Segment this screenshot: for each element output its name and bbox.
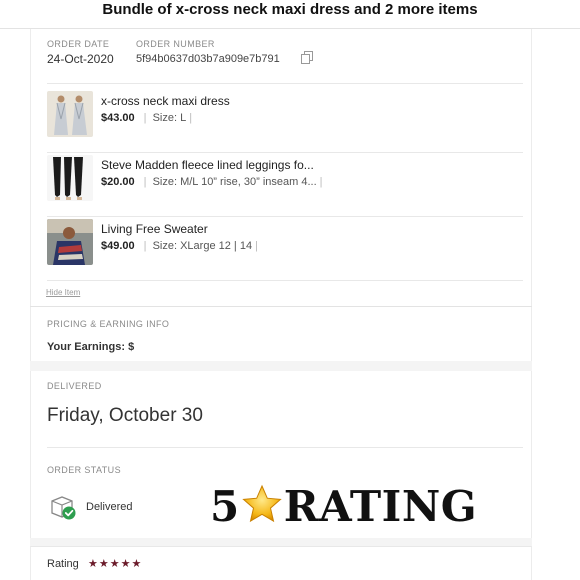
delivered-date: Friday, October 30 xyxy=(47,405,203,426)
copy-icon[interactable] xyxy=(301,51,313,64)
delivered-label: DELIVERED xyxy=(47,381,102,391)
item-meta: $49.00 | Size: XLarge 12 | 14 | xyxy=(101,240,261,252)
section-gap xyxy=(30,361,532,371)
separator: | xyxy=(189,112,193,124)
item-size: Size: M/L 10” rise, 30” inseam 4... xyxy=(152,176,317,188)
rating-label: Rating xyxy=(47,558,79,570)
list-item[interactable]: x-cross neck maxi dress $43.00 | Size: L | xyxy=(47,91,523,153)
item-price: $20.00 xyxy=(101,176,135,188)
separator: | xyxy=(143,176,147,188)
list-item[interactable]: Living Free Sweater $49.00 | Size: XLarge… xyxy=(47,219,523,281)
separator: | xyxy=(143,112,147,124)
order-number-label: ORDER NUMBER xyxy=(136,39,215,49)
rating-overlay-number: 5 xyxy=(210,482,240,531)
item-title[interactable]: x-cross neck maxi dress xyxy=(101,94,230,108)
item-title[interactable]: Steve Madden fleece lined leggings fo... xyxy=(101,158,314,172)
divider xyxy=(47,447,523,448)
item-price: $49.00 xyxy=(101,240,135,252)
rating-overlay-word: RATING xyxy=(283,482,478,531)
item-size: Size: L xyxy=(152,112,187,124)
item-meta: $20.00 | Size: M/L 10” rise, 30” inseam 4… xyxy=(101,176,325,188)
divider xyxy=(47,83,523,84)
hide-item-link[interactable]: Hide Item xyxy=(46,288,80,297)
item-thumbnail xyxy=(47,91,93,137)
order-date-label: ORDER DATE xyxy=(47,39,110,49)
rating-card: Rating ★★★★★ xyxy=(30,546,532,580)
rating-overlay-banner: 5 RATING xyxy=(210,482,477,531)
earnings-text: Your Earnings: $ xyxy=(47,341,135,353)
order-date: 24-Oct-2020 xyxy=(47,52,114,66)
separator: | xyxy=(319,176,323,188)
item-title[interactable]: Living Free Sweater xyxy=(101,222,208,236)
section-gap xyxy=(30,538,532,546)
separator: | xyxy=(255,240,258,252)
star-icon xyxy=(242,484,282,523)
item-meta: $43.00 | Size: L | xyxy=(101,112,195,124)
page-title: Bundle of x-cross neck maxi dress and 2 … xyxy=(102,1,478,18)
package-check-icon xyxy=(51,496,76,520)
list-item[interactable]: Steve Madden fleece lined leggings fo...… xyxy=(47,155,523,217)
order-status-value: Delivered xyxy=(86,501,133,513)
item-price: $43.00 xyxy=(101,112,135,124)
pricing-card: PRICING & EARNING INFO Your Earnings: $ xyxy=(30,307,532,361)
pricing-label: PRICING & EARNING INFO xyxy=(47,319,170,329)
item-thumbnail xyxy=(47,219,93,265)
item-thumbnail xyxy=(47,155,93,201)
rating-stars: ★★★★★ xyxy=(88,558,143,570)
order-card: ORDER DATE 24-Oct-2020 ORDER NUMBER 5f94… xyxy=(30,29,532,307)
separator: | xyxy=(143,240,147,252)
item-size: Size: XLarge 12 | 14 xyxy=(152,240,253,252)
order-status-label: ORDER STATUS xyxy=(47,465,121,475)
order-number: 5f94b0637d03b7a909e7b791 xyxy=(136,53,280,65)
